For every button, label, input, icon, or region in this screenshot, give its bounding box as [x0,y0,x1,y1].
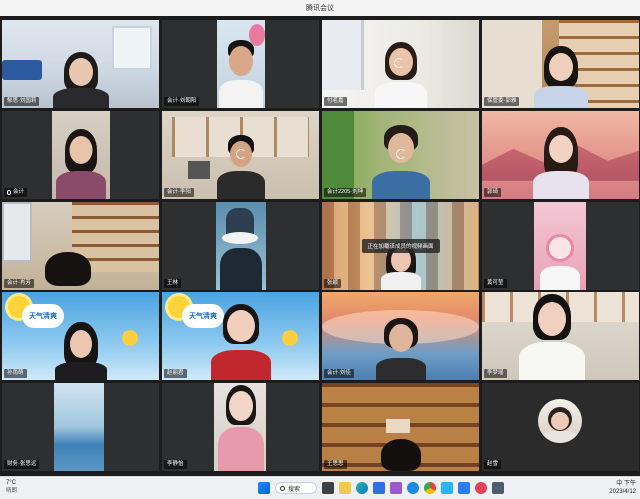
participant-name-label: 黄可莹 [484,278,507,288]
lamp [386,419,410,433]
participant-avatar [216,40,266,108]
participant-name-label: 赵雪 [484,460,502,469]
participant-tile[interactable]: 会计·肖芳 [2,201,159,290]
participant-tile[interactable]: 财务·张思远 [2,383,159,471]
taskbar-apps: 搜索 [258,481,504,495]
participant-name-label: 保管委·郭雅 [484,97,520,106]
participant-name-label: 李静怡 [164,460,187,469]
participant-avatar [51,50,111,108]
participant-name-label: 付茗嘉 [324,97,347,106]
sun-sticker-icon [282,330,298,347]
participant-avatar [40,251,96,290]
participant-name-label: 郭琦 [484,187,502,197]
participant-name-label: 赵丽君 [164,369,187,379]
participant-name-label: 王思思 [324,460,347,469]
participant-tile[interactable]: 会计·李阳 [162,110,319,199]
participant-tile[interactable]: 李梦瑶 [482,292,639,381]
video-strip [534,201,586,290]
window [112,26,152,70]
video-grid: 郁思·刘国莉 会计·刘朝阳 付茗嘉 保管委·郭雅 会计 会计·李阳 会计2205… [2,20,639,471]
loading-spinner-icon [236,148,246,159]
participant-tile[interactable]: 付茗嘉 [322,20,479,108]
participant-tile[interactable]: 会计·刘佳 [322,292,479,381]
participant-avatar [532,46,590,108]
participant-name-label: 郁思·刘国莉 [4,97,40,106]
chrome-icon[interactable] [424,482,436,494]
language-indicator[interactable]: 中 [616,481,622,487]
app-icon[interactable] [441,482,453,494]
participant-tile[interactable]: 天气清爽 孙雨萌 [2,292,159,381]
participant-name-label: 会计 [4,187,28,197]
participant-name-label: 孙雨萌 [4,369,27,379]
search-icon [280,485,285,491]
monitor [188,160,210,179]
windows-taskbar: 7°C 晴朗 搜索 中 下午 2023/4/12 [0,476,640,499]
participant-avatar [53,322,109,381]
participant-avatar [209,304,273,381]
participant-name-label: 会计·刘佳 [324,369,354,379]
participant-avatar [216,134,266,199]
windows-start-icon[interactable] [258,482,270,494]
app-icon[interactable] [390,482,402,494]
participant-avatar [373,42,429,108]
participant-tile[interactable]: 会计·刘朝阳 [162,20,319,108]
participant-name-label: 张颖 [324,278,342,288]
participant-tile[interactable]: 会计 [2,110,159,199]
participant-avatar [531,126,591,199]
participant-avatar [54,128,108,199]
taskbar-search[interactable]: 搜索 [275,482,317,494]
weather-widget[interactable]: 7°C 晴朗 [6,479,17,495]
participant-name-label: 王林 [164,278,182,288]
participant-tile[interactable]: 保管委·郭雅 [482,20,639,108]
sun-sticker-icon [122,330,138,347]
video-strip [216,201,266,290]
participant-avatar [517,294,587,381]
participant-avatar-image [538,399,582,443]
window [322,20,364,90]
participant-tile[interactable]: 天气清爽 赵丽君 [162,292,319,381]
app-icon[interactable] [407,482,419,494]
participant-tile[interactable]: 王林 [162,201,319,290]
loading-toast: 正在加载该成员的视频画面 [361,238,440,253]
participant-avatar [216,385,266,471]
participant-tile[interactable]: 郁思·刘国莉 [2,20,159,108]
loading-spinner-icon [396,148,406,159]
participant-tile[interactable]: 黄可莹 [482,201,639,290]
window-titlebar: 腾讯会议 [0,0,640,16]
participant-tile[interactable]: 郭琦 [482,110,639,199]
edge-browser-icon[interactable] [356,482,368,494]
participant-tile[interactable]: 王思思 [322,383,479,471]
participant-tile[interactable]: 李静怡 [162,383,319,471]
tencent-meeting-icon[interactable] [458,482,470,494]
video-strip [54,383,104,471]
plant [322,110,354,199]
task-view-icon[interactable] [322,482,334,494]
participant-name-label: 会计·肖芳 [4,278,34,288]
participant-tile[interactable]: 赵雪 [482,383,639,471]
app-icon[interactable] [492,482,504,494]
participant-tile[interactable]: 正在加载该成员的视频画面 张颖 [322,201,479,290]
participant-avatar [374,318,428,381]
participant-name-label: 会计·刘朝阳 [164,97,200,106]
sofa [2,60,42,80]
file-explorer-icon[interactable] [339,482,351,494]
store-icon[interactable] [373,482,385,494]
participant-avatar [371,439,431,471]
participant-name-label: 会计·李阳 [164,187,194,197]
participant-name-label: 财务·张思远 [4,460,40,469]
microphone-icon [7,189,11,195]
participant-avatar [370,124,432,199]
participant-name-label: 会计2205·刘坤 [324,187,367,197]
window [2,201,32,262]
participant-tile[interactable]: 会计2205·刘坤 [322,110,479,199]
window-title: 腾讯会议 [306,5,334,12]
system-tray[interactable]: 中 下午 2023/4/12 [609,480,636,496]
app-icon[interactable] [475,482,487,494]
participant-name-label: 李梦瑶 [484,369,507,379]
loading-spinner-icon [394,58,404,68]
